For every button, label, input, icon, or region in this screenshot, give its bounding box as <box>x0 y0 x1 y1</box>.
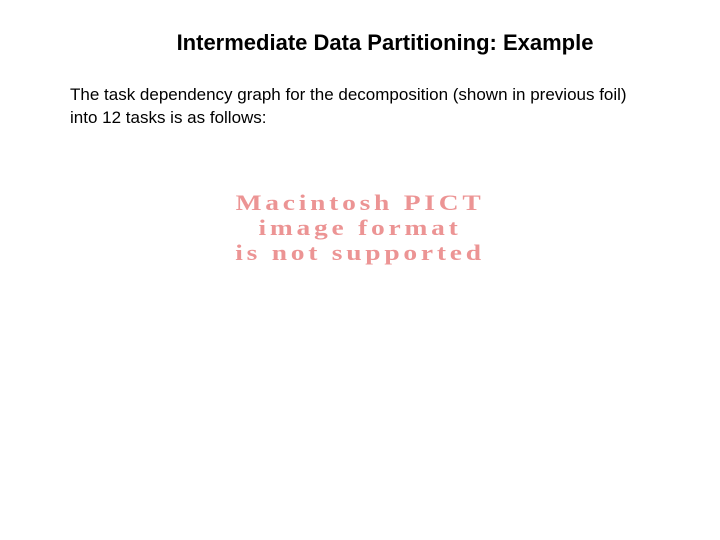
pict-error-line-1: Macintosh PICT <box>0 190 720 215</box>
slide-body-text: The task dependency graph for the decomp… <box>70 84 650 130</box>
pict-error-line-3: is not supported <box>0 240 720 265</box>
pict-error-line-2: image format <box>0 215 720 240</box>
slide-container: Intermediate Data Partitioning: Example … <box>0 0 720 540</box>
slide-title: Intermediate Data Partitioning: Example <box>120 30 650 56</box>
pict-error-placeholder: Macintosh PICT image format is not suppo… <box>70 190 650 266</box>
